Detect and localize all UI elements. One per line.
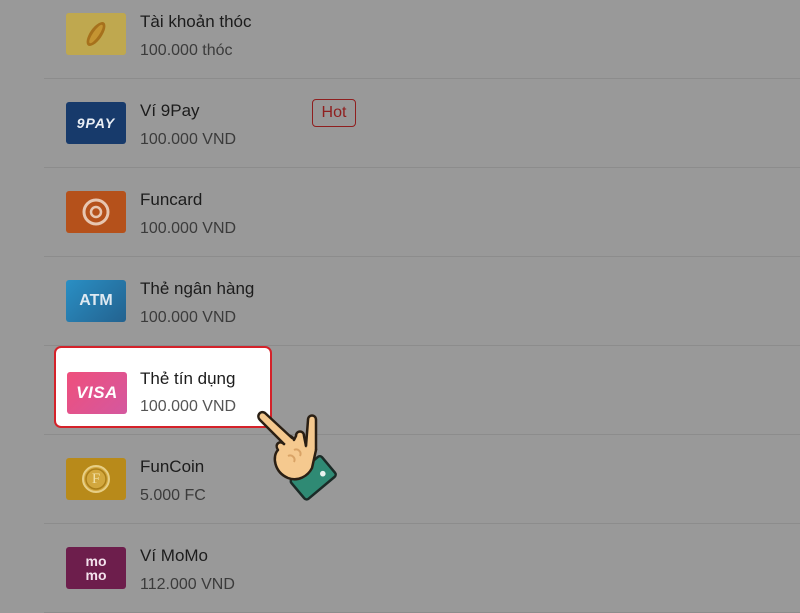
logo-text: 9PAY bbox=[76, 115, 116, 131]
payment-name: Ví MoMo bbox=[140, 546, 209, 565]
atm-card-icon: ATM bbox=[66, 280, 126, 322]
visa-card-icon: VISA bbox=[67, 372, 127, 414]
payment-price: 100.000 VND bbox=[140, 220, 237, 237]
payment-price: 100.000 VND bbox=[140, 309, 237, 326]
hot-badge: Hot bbox=[312, 99, 356, 127]
rice-grain-icon bbox=[66, 13, 126, 55]
funcard-swirl-icon bbox=[66, 191, 126, 233]
payment-option-funcard[interactable]: Funcard 100.000 VND bbox=[44, 168, 800, 257]
payment-name: FunCoin bbox=[140, 457, 205, 476]
payment-price: 100.000 VND bbox=[140, 131, 237, 148]
payment-method-list: Tài khoản thóc 100.000 thóc 9PAY Ví 9Pay… bbox=[0, 0, 800, 613]
pointing-hand-icon bbox=[250, 404, 346, 508]
logo-text: VISA bbox=[76, 383, 118, 402]
logo-text: mo mo bbox=[85, 553, 107, 583]
payment-price: 5.000 FC bbox=[140, 487, 206, 504]
payment-option-rice-account[interactable]: Tài khoản thóc 100.000 thóc bbox=[44, 0, 800, 79]
payment-option-funcoin[interactable]: F FunCoin 5.000 FC bbox=[44, 435, 800, 524]
payment-price: 112.000 VND bbox=[140, 576, 235, 593]
momo-logo-icon: mo mo bbox=[66, 547, 126, 589]
logo-text: ATM bbox=[79, 292, 113, 309]
payment-name: Funcard bbox=[140, 190, 203, 209]
funcoin-icon: F bbox=[66, 458, 126, 500]
payment-option-bank-card[interactable]: ATM Thẻ ngân hàng 100.000 VND bbox=[44, 257, 800, 346]
logo-text: F bbox=[91, 470, 101, 487]
payment-name: Thẻ tín dụng bbox=[140, 369, 236, 388]
payment-option-credit-card[interactable]: VISA Thẻ tín dụng 100.000 VND bbox=[54, 346, 272, 428]
9pay-logo-icon: 9PAY bbox=[66, 102, 126, 144]
payment-name: Thẻ ngân hàng bbox=[140, 279, 255, 298]
payment-price: 100.000 thóc bbox=[140, 42, 233, 59]
payment-price: 100.000 VND bbox=[140, 398, 237, 415]
payment-option-9pay[interactable]: 9PAY Ví 9Pay 100.000 VND Hot bbox=[44, 79, 800, 168]
payment-name: Tài khoản thóc bbox=[140, 12, 252, 31]
payment-name: Ví 9Pay bbox=[140, 101, 200, 120]
